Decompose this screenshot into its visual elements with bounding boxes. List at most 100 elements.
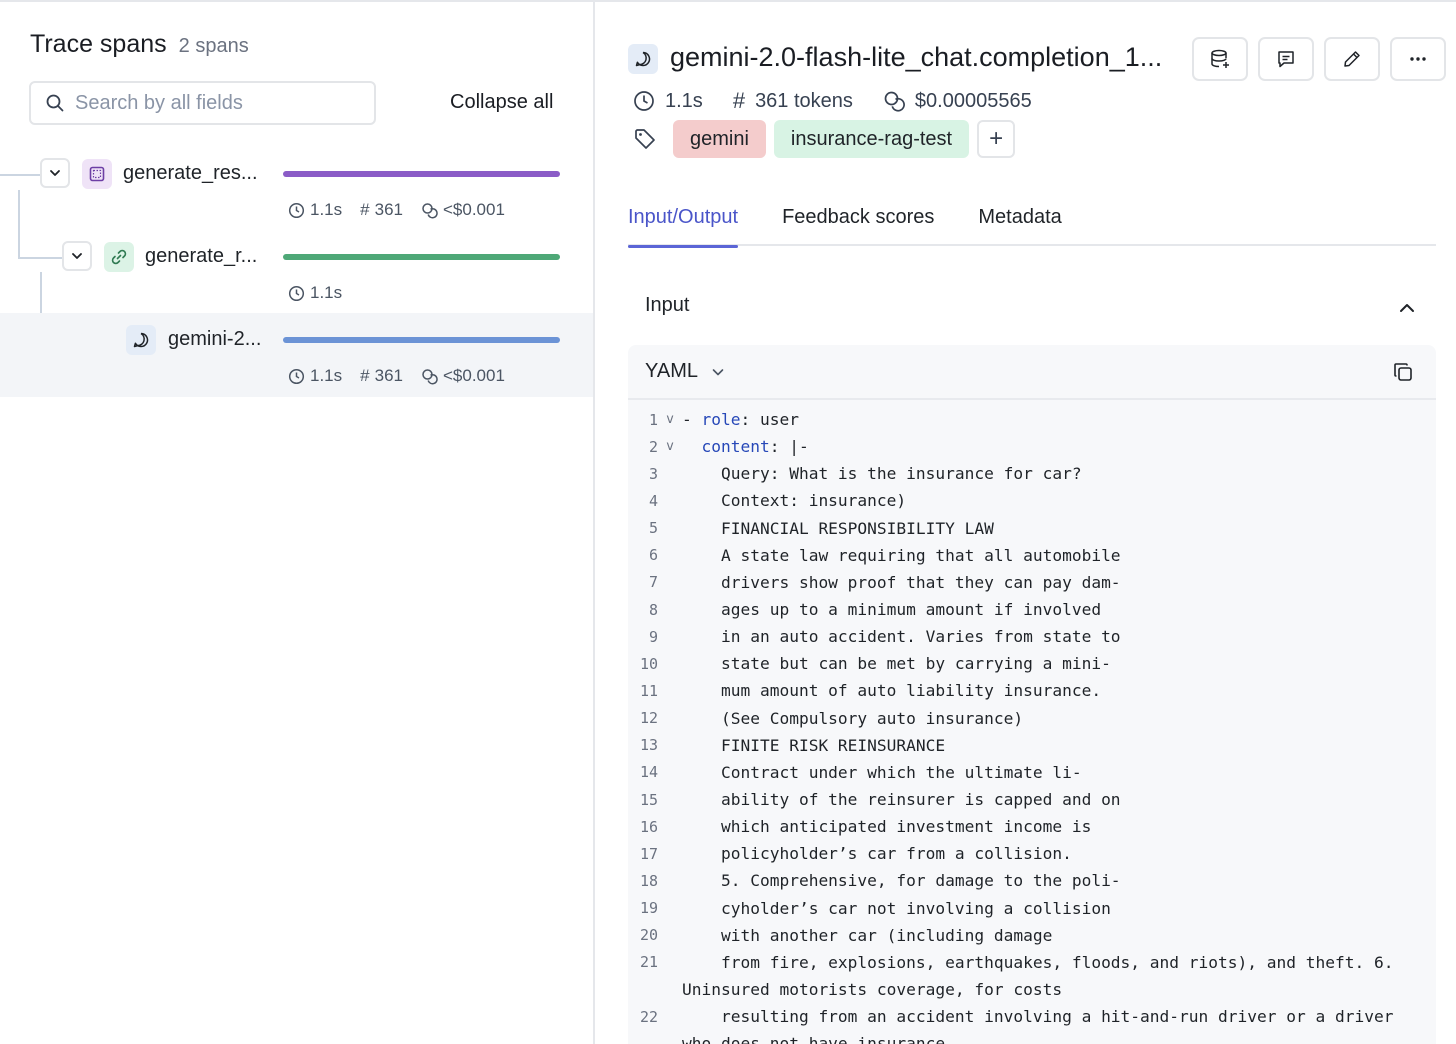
format-select[interactable]: YAML — [645, 360, 726, 383]
line-number: 13 — [639, 736, 658, 755]
duration-meta: 1.1s — [288, 283, 342, 303]
tree-connector — [18, 190, 20, 258]
code-text: - role: user — [682, 410, 799, 430]
code-line: 1v- role: user — [628, 406, 1436, 433]
code-text: in an auto accident. Varies from state t… — [682, 627, 1121, 647]
code-text: ability of the reinsurer is capped and o… — [682, 790, 1121, 810]
code-text: who does not have insurance — [682, 1034, 946, 1044]
code-text: Contract under which the ultimate li- — [682, 762, 1082, 782]
code-line: 18 5. Comprehensive, for damage to the p… — [628, 867, 1436, 894]
search-box[interactable] — [29, 81, 376, 125]
code-line: 4 Context: insurance) — [628, 487, 1436, 514]
copy-button[interactable] — [1392, 361, 1414, 388]
line-number: 22 — [639, 1007, 658, 1026]
code-viewer[interactable]: YAML 1v- role: user 2 v content: |- 3 Query… — [628, 345, 1436, 1044]
hash-icon: # — [360, 366, 370, 385]
span-count: 2 spans — [178, 35, 249, 57]
tokens-meta: # 361 — [360, 200, 403, 220]
span-name: generate_res... — [123, 162, 258, 184]
fold-chevron-icon[interactable]: v — [658, 412, 682, 427]
line-number: 1 — [648, 410, 658, 429]
span-meta: 1.1s # 361 <$0.001 — [288, 200, 517, 220]
code-viewer-header: YAML — [628, 345, 1436, 400]
line-number: 10 — [639, 654, 658, 673]
code-text: ages up to a minimum amount if involved — [682, 600, 1102, 620]
code-line: 21 from fire, explosions, earthquakes, f… — [628, 949, 1436, 976]
clock-icon — [288, 285, 305, 301]
collapse-input-toggle[interactable] — [1395, 296, 1419, 325]
code-line: 22 resulting from an accident involving … — [628, 1003, 1436, 1030]
code-content[interactable]: 1v- role: user 2 v content: |- 3 Query: Wha… — [628, 400, 1436, 1044]
line-number: 20 — [639, 926, 658, 945]
code-text: state but can be met by carrying a mini- — [682, 654, 1111, 674]
line-number: 14 — [639, 763, 658, 782]
tags-row: gemini insurance-rag-test + — [633, 120, 1016, 158]
code-line: 16 which anticipated investment income i… — [628, 813, 1436, 840]
tab-feedback-scores[interactable]: Feedback scores — [782, 200, 934, 246]
add-tag-button[interactable]: + — [977, 120, 1016, 158]
search-input[interactable] — [75, 91, 355, 115]
code-line: 10 state but can be met by carrying a mi… — [628, 650, 1436, 677]
code-line: 13 FINITE RISK REINSURANCE — [628, 732, 1436, 759]
edit-button[interactable] — [1324, 37, 1380, 81]
code-text: (See Compulsory auto insurance) — [682, 708, 1024, 728]
code-text: Context: insurance) — [682, 491, 907, 511]
tokens-value: 361 — [374, 366, 403, 385]
code-text: Uninsured motorists coverage, for costs — [682, 980, 1063, 1000]
more-options-button[interactable] — [1390, 37, 1446, 81]
cost-meta: <$0.001 — [421, 366, 505, 386]
collapse-all-button[interactable]: Collapse all — [450, 91, 553, 114]
span-duration-bar — [283, 171, 560, 177]
chat-bubble-icon — [635, 51, 651, 67]
duration-value: 1.1s — [665, 89, 703, 112]
trace-spans-panel: Trace spans 2 spans Collapse all generat… — [0, 0, 593, 1044]
duration-value: 1.1s — [310, 366, 343, 385]
tree-connector — [0, 174, 40, 176]
span-name: generate_r... — [145, 245, 258, 267]
tag-insurance-rag-test[interactable]: insurance-rag-test — [773, 120, 970, 158]
span-name: gemini-2... — [168, 328, 262, 350]
line-number: 5 — [648, 519, 658, 538]
code-text: Query: What is the insurance for car? — [682, 464, 1082, 484]
code-text: 5. Comprehensive, for damage to the poli… — [682, 871, 1121, 891]
line-number: 11 — [639, 681, 658, 700]
line-number: 6 — [648, 546, 658, 565]
trace-spans-header: Trace spans 2 spans — [30, 30, 249, 59]
tab-input-output[interactable]: Input/Output — [628, 200, 739, 248]
coins-icon — [422, 368, 438, 384]
tokens-stat: # 361 tokens — [733, 88, 853, 114]
coins-icon — [884, 91, 905, 112]
span-duration-bar — [283, 254, 560, 260]
more-horizontal-icon — [1410, 57, 1426, 61]
span-detail-panel: gemini-2.0-flash-lite_chat.completion_1.… — [595, 0, 1456, 1044]
square-icon — [89, 166, 105, 182]
code-line: 9 in an auto accident. Varies from state… — [628, 623, 1436, 650]
yaml-value: : user — [740, 410, 799, 430]
code-line: 11 mum amount of auto liability insuranc… — [628, 677, 1436, 704]
panel-title: Trace spans — [30, 30, 167, 58]
code-text: mum amount of auto liability insurance. — [682, 681, 1102, 701]
detail-tabs: Input/Output Feedback scores Metadata — [628, 200, 1436, 248]
add-to-dataset-button[interactable] — [1192, 37, 1248, 81]
cost-value: $0.00005565 — [914, 89, 1032, 112]
expand-toggle[interactable] — [62, 241, 92, 271]
fold-chevron-icon[interactable]: v — [658, 439, 682, 454]
span-duration-bar — [283, 337, 560, 343]
tab-metadata[interactable]: Metadata — [978, 200, 1061, 246]
yaml-value: : |- — [769, 437, 809, 457]
code-text: cyholder’s car not involving a collision — [682, 898, 1111, 918]
expand-toggle[interactable] — [40, 158, 70, 188]
clock-icon — [634, 91, 654, 111]
line-number: 18 — [639, 871, 658, 890]
tag-gemini[interactable]: gemini — [673, 120, 766, 158]
line-number: 19 — [639, 899, 658, 918]
format-label: YAML — [645, 360, 698, 382]
code-text: which anticipated investment income is — [682, 817, 1092, 837]
line-number: 4 — [648, 491, 658, 510]
code-text: resulting from an accident involving a h… — [682, 1007, 1394, 1027]
span-stats: 1.1s # 361 tokens $0.00005565 — [633, 88, 1062, 114]
comment-button[interactable] — [1258, 37, 1314, 81]
line-number: 16 — [639, 817, 658, 836]
tokens-value: 361 tokens — [755, 89, 853, 112]
duration-value: 1.1s — [310, 200, 343, 219]
